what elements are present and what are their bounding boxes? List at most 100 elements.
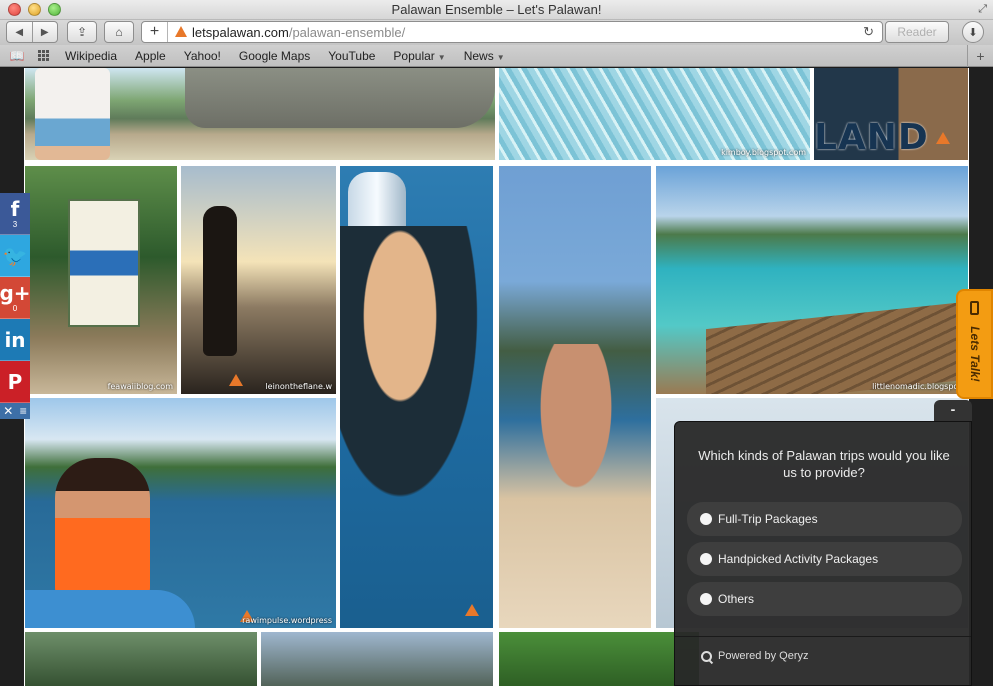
linkedin-share-button[interactable]: in — [0, 319, 30, 361]
photo-watermark: feawaiiblog.com — [107, 382, 173, 391]
twitter-bird-icon: 🐦 — [2, 243, 28, 268]
woman-shape — [55, 458, 150, 608]
add-bookmark-icon[interactable]: + — [142, 22, 168, 42]
bookmark-youtube[interactable]: YouTube — [319, 49, 384, 63]
bookmark-folder-news[interactable]: News ▼ — [455, 49, 514, 63]
bookmark-label: Google Maps — [238, 48, 311, 63]
radio-icon[interactable] — [700, 553, 712, 565]
shirt-text: LAND — [814, 117, 929, 158]
reader-button[interactable]: Reader — [885, 21, 949, 43]
survey-question: Which kinds of Palawan trips would you l… — [698, 448, 950, 480]
dock-shape — [706, 302, 956, 394]
survey-widget: Which kinds of Palawan trips would you l… — [674, 421, 972, 686]
gallery-photo-scuba-diver[interactable] — [340, 166, 493, 628]
downloads-button[interactable] — [962, 21, 984, 43]
photo-watermark: rawimpulse.wordpress — [242, 616, 332, 625]
reload-icon[interactable]: ↻ — [863, 24, 874, 40]
url-path: /palawan-ensemble/ — [288, 24, 406, 40]
silhouette-shape — [203, 206, 237, 356]
close-icon[interactable]: ✕ — [3, 404, 13, 418]
bookmark-label: YouTube — [328, 48, 376, 63]
window-title: Palawan Ensemble – Let's Palawan! — [391, 2, 602, 17]
powered-by-link[interactable]: Powered by Qeryz — [701, 650, 808, 662]
radio-icon[interactable] — [700, 513, 712, 525]
home-icon: ⌂ — [115, 25, 123, 39]
survey-minimize-button[interactable]: - — [934, 400, 972, 422]
bookmark-label: Yahoo! — [183, 48, 221, 63]
address-bar[interactable]: + letspalawan.com /palawan-ensemble/ ↻ — [141, 21, 883, 43]
boat-shape — [25, 590, 195, 628]
survey-option-activity[interactable]: Handpicked Activity Packages — [687, 542, 962, 576]
gallery-photo-woman-in-boat[interactable]: rawimpulse.wordpress — [25, 398, 336, 628]
gallery-photo-jungle[interactable] — [499, 632, 699, 686]
forward-button[interactable]: ▶ — [33, 27, 58, 38]
option-label: Handpicked Activity Packages — [718, 552, 879, 566]
googleplus-share-button[interactable]: g+ 0 — [0, 277, 31, 319]
new-tab-button[interactable]: + — [967, 45, 993, 67]
pinterest-icon: P — [7, 369, 23, 394]
menu-icon[interactable]: ≡ — [20, 404, 27, 418]
share-icon: ⇪ — [76, 25, 88, 39]
linkedin-icon: in — [4, 327, 26, 352]
sign-shape — [68, 199, 140, 327]
survey-option-full-trip[interactable]: Full-Trip Packages — [687, 502, 962, 536]
back-button[interactable]: ◀ — [7, 27, 32, 38]
url-domain: letspalawan.com — [192, 24, 289, 40]
gallery-photo-underground-river-sign[interactable]: feawaiiblog.com — [25, 166, 177, 394]
share-button[interactable]: ⇪ — [67, 21, 97, 43]
gallery-photo-sunset-silhouette[interactable]: leinontheflane.w — [181, 166, 336, 394]
letspalawan-logo-icon — [936, 132, 950, 144]
survey-option-others[interactable]: Others — [687, 582, 962, 616]
browser-toolbar: ◀ ▶ ⇪ ⌂ + letspalawan.com /palawan-ensem… — [0, 20, 993, 45]
bookmark-folder-popular[interactable]: Popular ▼ — [384, 49, 454, 63]
bookmark-google-maps[interactable]: Google Maps — [230, 49, 319, 63]
bookmark-label: Apple — [135, 48, 166, 63]
gallery-photo-lagoon-dock[interactable]: littlenomadic.blogspot. — [656, 166, 968, 394]
facebook-share-button[interactable]: f 3 — [0, 193, 30, 235]
bookmarks-bar: 📖 Wikipedia Apple Yahoo! Google Maps You… — [0, 45, 993, 67]
share-count: 0 — [12, 303, 18, 313]
photo-watermark: kimboy.blogspot.com — [721, 148, 806, 157]
window-titlebar: Palawan Ensemble – Let's Palawan! ⤢ — [0, 0, 993, 20]
site-favicon-icon — [174, 26, 188, 38]
gallery-photo-land-shirt[interactable]: LAND — [814, 68, 968, 160]
twitter-share-button[interactable]: 🐦 — [0, 235, 30, 277]
bookmark-wikipedia[interactable]: Wikipedia — [56, 49, 126, 63]
diver-shape — [340, 226, 490, 526]
gallery-photo-man-on-beach[interactable] — [499, 166, 651, 628]
top-sites-icon[interactable] — [30, 50, 56, 61]
chevron-down-icon: ▼ — [437, 52, 446, 62]
gallery-photo-group[interactable] — [25, 632, 257, 686]
bookmark-apple[interactable]: Apple — [126, 49, 175, 63]
letspalawan-logo-icon — [229, 374, 243, 386]
bookmark-label: Wikipedia — [65, 48, 118, 63]
option-label: Full-Trip Packages — [718, 512, 818, 526]
chevron-down-icon: ▼ — [496, 52, 505, 62]
man-shape — [511, 344, 641, 554]
powered-by-label: Powered by Qeryz — [718, 650, 809, 662]
gallery-photo-cliff-beach[interactable] — [25, 68, 495, 160]
bookmark-label: Popular — [393, 48, 435, 63]
option-label: Others — [718, 592, 755, 606]
letspalawan-logo-icon — [465, 604, 479, 616]
reading-list-icon[interactable]: 📖 — [4, 49, 30, 63]
bookmark-yahoo[interactable]: Yahoo! — [175, 49, 230, 63]
fullscreen-icon[interactable]: ⤢ — [978, 3, 987, 16]
share-count: 3 — [12, 219, 18, 229]
qeryz-logo-icon — [701, 650, 712, 662]
pinterest-share-button[interactable]: P — [0, 361, 30, 403]
person-shape — [35, 68, 110, 160]
gallery-photo-fish-school[interactable]: kimboy.blogspot.com — [499, 68, 810, 160]
divider — [675, 636, 971, 637]
lets-talk-tab[interactable]: Lets Talk! — [956, 289, 993, 399]
gallery-photo-karst-cliffs[interactable] — [261, 632, 493, 686]
photo-watermark: leinontheflane.w — [265, 382, 332, 391]
radio-icon[interactable] — [700, 593, 712, 605]
bookmark-label: News — [463, 48, 494, 63]
back-forward-buttons: ◀ ▶ — [6, 21, 58, 43]
facebook-icon: f — [10, 196, 20, 221]
social-share-bar: f 3 🐦 g+ 0 in P ✕ ≡ — [0, 193, 31, 419]
googleplus-icon: g+ — [0, 280, 31, 305]
lets-talk-label: Lets Talk! — [968, 326, 982, 382]
home-button[interactable]: ⌂ — [104, 21, 134, 43]
